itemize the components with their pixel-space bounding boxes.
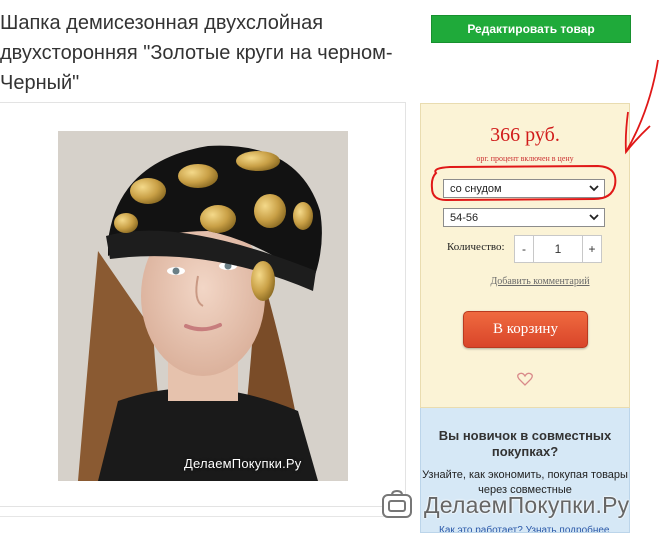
modification-select[interactable]: со снудом [443,179,605,198]
size-select-value: 54-56 [450,211,479,224]
newbie-title: Вы новичок в совместных покупках? [438,428,612,459]
quantity-input[interactable]: 1 [533,235,583,263]
chevron-down-icon [589,185,599,192]
site-watermark-text: ДелаемПокупки.Ру [424,491,630,518]
price-note: орг. процент включен в цену [476,154,574,163]
product-photo-container: ДелаемПокупки.Ру [0,102,406,507]
newbie-link[interactable]: Как это работает? Узнать подробнее [439,525,610,532]
edit-product-button[interactable]: Редактировать товар [431,15,631,43]
product-photo[interactable]: ДелаемПокупки.Ру [58,131,348,481]
shopping-bag-icon [382,490,412,518]
product-photo-image [58,131,348,481]
divider [0,516,400,517]
heart-icon[interactable] [517,372,533,386]
site-watermark: ДелаемПокупки.Ру [380,488,629,522]
product-title: Шапка демисезонная двухслойная двухсторо… [0,12,393,94]
quantity-label: Количество: [447,241,505,253]
buy-panel: 366 руб. орг. процент включен в цену со … [420,103,630,408]
modification-select-value: со снудом [450,182,502,195]
add-comment-link[interactable]: Добавить комментарий [421,276,629,287]
price: 366 руб. [490,124,560,146]
size-select[interactable]: 54-56 [443,208,605,227]
quantity-plus-button[interactable]: + [582,235,602,263]
photo-watermark: ДелаемПокупки.Ру [184,456,302,471]
add-to-cart-button[interactable]: В корзину [463,311,588,348]
quantity-minus-button[interactable]: - [514,235,534,263]
chevron-down-icon [589,214,599,221]
